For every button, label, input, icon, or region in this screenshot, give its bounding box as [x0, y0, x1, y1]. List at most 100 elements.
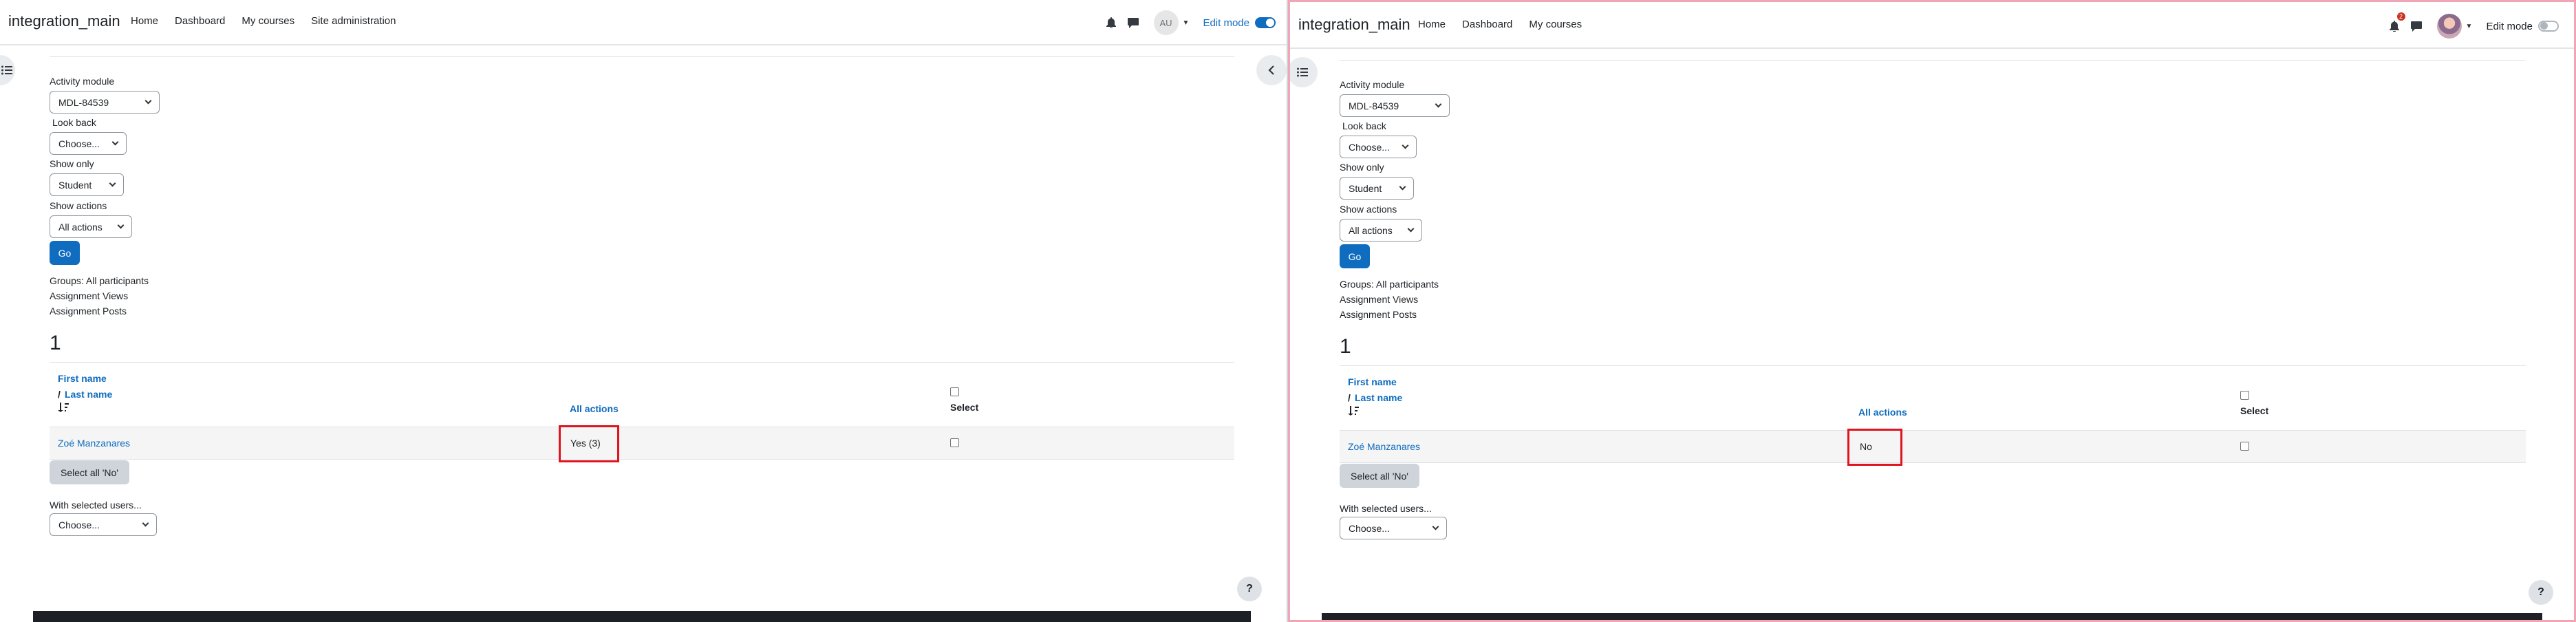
drawer-index-icon: [1297, 67, 1308, 77]
go-button[interactable]: Go: [1340, 244, 1370, 268]
first-name-sort-link[interactable]: First name: [1348, 376, 1397, 387]
drawer-index-icon: [1, 65, 12, 75]
show-only-value: Student: [58, 179, 92, 191]
first-name-sort-link[interactable]: First name: [58, 373, 107, 384]
help-button[interactable]: ?: [2529, 580, 2553, 605]
assignment-views-text: Assignment Views: [1340, 294, 1419, 305]
row-select-checkbox[interactable]: [2240, 442, 2249, 451]
select-all-no-button[interactable]: Select all 'No': [50, 460, 129, 484]
last-name-sort-link[interactable]: Last name: [65, 389, 112, 400]
chevron-down-icon: [1435, 100, 1442, 108]
nav-site-administration[interactable]: Site administration: [311, 15, 396, 27]
table-row: [50, 427, 1234, 460]
nav-my-courses[interactable]: My courses: [1529, 19, 1582, 30]
assignment-views-text: Assignment Views: [50, 290, 129, 301]
left-panel: integration_main Home Dashboard My cours…: [0, 0, 1288, 622]
participant-count: 1: [50, 332, 61, 354]
look-back-label: Look back: [1342, 120, 1386, 131]
activity-module-select[interactable]: MDL-84539: [50, 91, 160, 114]
chevron-down-icon: [109, 180, 116, 187]
chevron-down-icon: [1407, 225, 1415, 233]
chat-icon[interactable]: [1122, 12, 1144, 34]
nav-my-courses[interactable]: My courses: [242, 15, 294, 27]
drawer-open-button[interactable]: [0, 55, 15, 85]
look-back-value: Choose...: [58, 138, 100, 149]
user-link[interactable]: Zoé Manzanares: [1348, 441, 1420, 452]
chevron-down-icon: [144, 97, 152, 105]
look-back-label: Look back: [52, 117, 96, 128]
assignment-posts-text: Assignment Posts: [50, 305, 127, 317]
activity-module-value: MDL-84539: [58, 96, 109, 108]
with-selected-select[interactable]: Choose...: [1340, 517, 1447, 539]
sort-icon[interactable]: [58, 403, 69, 412]
with-selected-value: Choose...: [58, 519, 100, 530]
avatar: [2436, 14, 2462, 39]
help-button[interactable]: ?: [1237, 577, 1262, 601]
edit-mode-switch[interactable]: [2538, 21, 2559, 32]
user-menu[interactable]: AU ▼: [1153, 10, 1190, 35]
nav-home[interactable]: Home: [1418, 19, 1446, 30]
nav-home[interactable]: Home: [131, 15, 158, 27]
all-actions-header[interactable]: All actions: [1858, 407, 1907, 418]
edit-mode-toggle[interactable]: Edit mode: [1203, 17, 1276, 29]
select-all-checkbox[interactable]: [2240, 391, 2249, 400]
site-brand[interactable]: integration_main: [8, 12, 120, 30]
drawer-close-button[interactable]: [1256, 55, 1287, 85]
notification-badge: 2: [2396, 12, 2405, 21]
show-actions-value: All actions: [58, 221, 103, 233]
avatar: AU: [1153, 10, 1179, 35]
user-menu[interactable]: ▼: [2436, 14, 2473, 39]
site-brand[interactable]: integration_main: [1298, 16, 1410, 34]
nav-dashboard[interactable]: Dashboard: [175, 15, 225, 27]
edit-mode-label: Edit mode: [2486, 20, 2533, 32]
chevron-down-icon: ▼: [1182, 19, 1190, 27]
show-only-label: Show only: [50, 158, 94, 169]
drawer-open-button[interactable]: [1290, 57, 1318, 87]
show-only-select[interactable]: Student: [50, 173, 124, 196]
show-actions-select[interactable]: All actions: [1340, 219, 1422, 242]
look-back-select[interactable]: Choose...: [1340, 136, 1417, 158]
show-actions-select[interactable]: All actions: [50, 215, 132, 238]
navbar-right: AU ▼ Edit mode: [1100, 0, 1276, 45]
chevron-down-icon: ▼: [2465, 22, 2473, 30]
user-link[interactable]: Zoé Manzanares: [58, 438, 130, 449]
participant-count: 1: [1340, 335, 1351, 358]
name-slash: /: [1348, 392, 1351, 403]
bell-icon[interactable]: [1100, 12, 1122, 34]
all-actions-header[interactable]: All actions: [570, 403, 619, 414]
primary-nav: Home Dashboard My courses: [1418, 19, 1582, 30]
activity-module-select[interactable]: MDL-84539: [1340, 94, 1450, 117]
show-only-value: Student: [1349, 182, 1382, 194]
sort-icon[interactable]: [1348, 406, 1359, 416]
show-only-select[interactable]: Student: [1340, 177, 1414, 200]
last-name-sort-link[interactable]: Last name: [1355, 392, 1402, 403]
nav-dashboard[interactable]: Dashboard: [1462, 19, 1512, 30]
chevron-down-icon: [1402, 142, 1409, 149]
with-selected-select[interactable]: Choose...: [50, 513, 157, 536]
highlight-box: [1847, 429, 1902, 466]
go-button[interactable]: Go: [50, 241, 80, 265]
chevron-down-icon: [142, 519, 149, 527]
assignment-posts-text: Assignment Posts: [1340, 309, 1417, 320]
footer-bar: [1322, 613, 2542, 620]
edit-mode-switch[interactable]: [1255, 17, 1276, 28]
show-actions-label: Show actions: [1340, 204, 1397, 215]
footer-bar: [33, 611, 1251, 622]
select-all-checkbox[interactable]: [950, 387, 959, 396]
edit-mode-toggle[interactable]: Edit mode: [2486, 21, 2559, 32]
with-selected-value: Choose...: [1349, 522, 1390, 534]
show-only-label: Show only: [1340, 162, 1384, 173]
bell-icon[interactable]: 2: [2383, 12, 2405, 37]
chat-icon[interactable]: [2405, 15, 2427, 37]
select-all-no-button[interactable]: Select all 'No': [1340, 464, 1419, 488]
table-top-divider: [50, 362, 1234, 363]
navbar: integration_main Home Dashboard My cours…: [0, 0, 1287, 45]
groups-text: Groups: All participants: [1340, 279, 1439, 290]
with-selected-label: With selected users...: [1340, 503, 1432, 514]
right-panel: integration_main Home Dashboard My cours…: [1288, 0, 2576, 622]
activity-module-label: Activity module: [1340, 79, 1405, 90]
look-back-select[interactable]: Choose...: [50, 132, 127, 155]
chevron-down-icon: [1399, 183, 1406, 191]
row-select-checkbox[interactable]: [950, 438, 959, 447]
edit-mode-label: Edit mode: [1203, 17, 1249, 29]
